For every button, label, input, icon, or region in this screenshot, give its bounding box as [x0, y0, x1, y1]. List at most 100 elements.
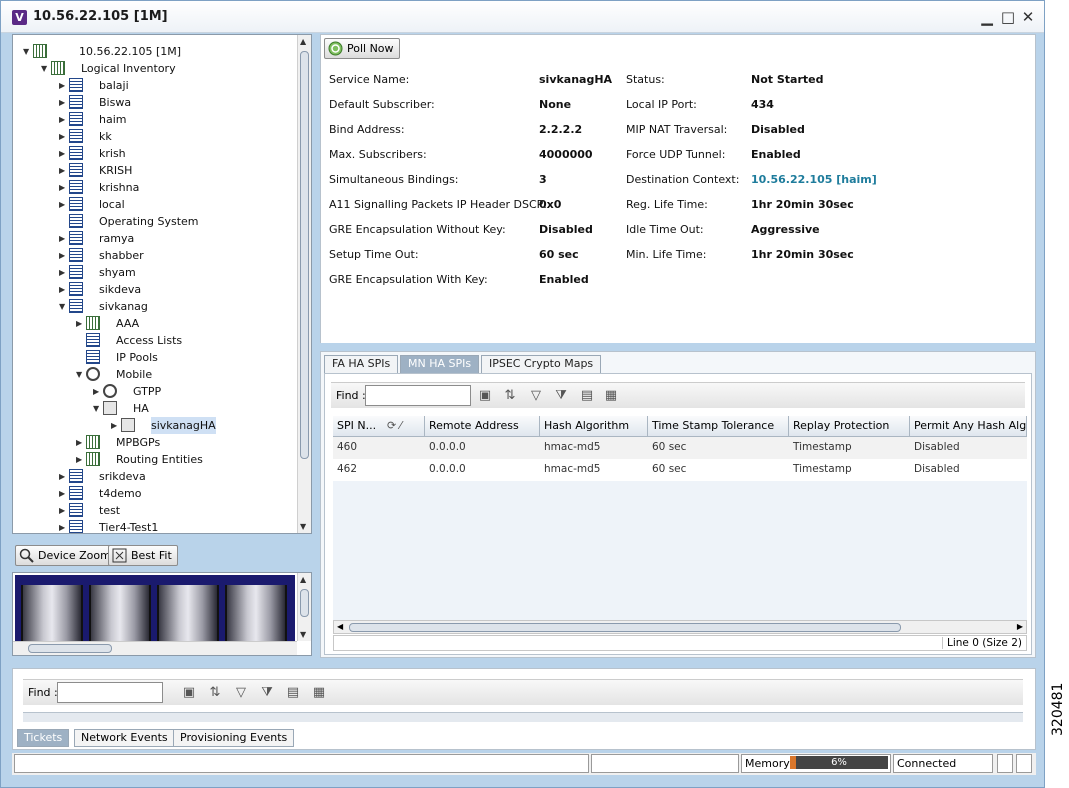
scroll-right-icon[interactable]: ▶: [1017, 622, 1023, 631]
tab-spi[interactable]: MN HA SPIs: [400, 355, 480, 373]
expand-arrow-icon[interactable]: ▶: [59, 519, 68, 533]
expand-arrow-icon[interactable]: ▶: [59, 77, 68, 94]
tree-node[interactable]: ▼ 10.56.22.105 [1M]: [23, 43, 283, 60]
save-icon[interactable]: ▣: [477, 388, 493, 404]
tree-node-label[interactable]: MPBGPs: [116, 434, 160, 451]
minimize-icon[interactable]: ▁: [977, 7, 997, 27]
device-overview[interactable]: ▲ ▼: [12, 572, 312, 656]
tree-node[interactable]: ▶ test: [59, 502, 283, 519]
column-header[interactable]: Time Stamp Tolerance: [648, 416, 789, 437]
export-icon[interactable]: ▤: [579, 388, 595, 404]
tab-events[interactable]: Provisioning Events: [173, 729, 295, 747]
scroll-up-icon[interactable]: ▲: [300, 575, 306, 584]
tab-events[interactable]: Network Events: [74, 729, 175, 747]
tree-node-label[interactable]: sivkanagHA: [151, 417, 216, 434]
title-bar[interactable]: V 10.56.22.105 [1M] ▁ □ ✕: [1, 1, 1044, 33]
collapse-arrow-icon[interactable]: ▼: [76, 366, 85, 383]
spi-find-input[interactable]: [365, 385, 471, 406]
device-zoom-button[interactable]: Device Zoom: [15, 545, 117, 566]
tree-node-label[interactable]: Access Lists: [116, 332, 182, 349]
tree-node-label[interactable]: test: [99, 502, 120, 519]
tree-node-label[interactable]: Routing Entities: [116, 451, 203, 468]
tree-node[interactable]: ▶ krishna: [59, 179, 283, 196]
tree-node[interactable]: ▼ Logical Inventory: [41, 60, 283, 77]
expand-arrow-icon[interactable]: ▶: [111, 417, 120, 434]
tree-node-label[interactable]: ramya: [99, 230, 134, 247]
collapse-arrow-icon[interactable]: ▼: [41, 60, 50, 77]
tree-node-label[interactable]: krishna: [99, 179, 139, 196]
expand-arrow-icon[interactable]: ▶: [59, 264, 68, 281]
save-icon[interactable]: ▣: [181, 685, 197, 701]
overview-hscroll-thumb[interactable]: [28, 644, 112, 653]
table-horizontal-scrollbar[interactable]: ◀ ▶: [333, 620, 1027, 634]
tree-node-label[interactable]: IP Pools: [116, 349, 158, 366]
column-header[interactable]: Remote Address: [425, 416, 540, 437]
pane-splitter[interactable]: [320, 343, 1036, 351]
column-header[interactable]: SPI N... ⟳ ⁄: [333, 416, 425, 437]
tree-node-label[interactable]: srikdeva: [99, 468, 146, 485]
filter-icon[interactable]: ▽: [528, 388, 544, 404]
tree-node[interactable]: ▶ shyam: [59, 264, 283, 281]
tree-node[interactable]: Access Lists: [76, 332, 283, 349]
tree-node[interactable]: ▶ Biswa: [59, 94, 283, 111]
expand-arrow-icon[interactable]: ▶: [59, 196, 68, 213]
tree-node[interactable]: ▶ t4demo: [59, 485, 283, 502]
tree-node[interactable]: ▶ GTPP: [93, 383, 283, 400]
tree-node[interactable]: ▼ HA: [93, 400, 283, 417]
tree-node-label[interactable]: shabber: [99, 247, 144, 264]
tree-node-label[interactable]: t4demo: [99, 485, 142, 502]
tree-node-label[interactable]: 10.56.22.105 [1M]: [79, 43, 181, 60]
overview-scroll-thumb[interactable]: [300, 589, 309, 617]
poll-now-button[interactable]: Poll Now: [324, 38, 400, 59]
expand-arrow-icon[interactable]: ▶: [59, 485, 68, 502]
overview-vertical-scrollbar[interactable]: ▲ ▼: [297, 573, 311, 641]
tab-events[interactable]: Tickets: [17, 729, 70, 747]
tree-node-label[interactable]: sivkanag: [99, 298, 148, 315]
expand-arrow-icon[interactable]: ▶: [59, 247, 68, 264]
tree-node[interactable]: ▶ Tier4-Test1: [59, 519, 283, 533]
table-hscroll-thumb[interactable]: [349, 623, 901, 632]
tree-node[interactable]: ▶ AAA: [76, 315, 283, 332]
tree-node[interactable]: ▶ sikdeva: [59, 281, 283, 298]
overview-horizontal-scrollbar[interactable]: [13, 641, 297, 655]
tree-node-label[interactable]: Logical Inventory: [81, 60, 176, 77]
expand-arrow-icon[interactable]: ▶: [76, 315, 85, 332]
tree-node-label[interactable]: GTPP: [133, 383, 161, 400]
tree-node[interactable]: ▶ ramya: [59, 230, 283, 247]
tree-node[interactable]: ▶ balaji: [59, 77, 283, 94]
maximize-icon[interactable]: □: [998, 7, 1018, 27]
destination-context-link[interactable]: 10.56.22.105 [haim]: [751, 173, 877, 186]
column-header[interactable]: Hash Algorithm: [540, 416, 648, 437]
tree-scroll-thumb[interactable]: [300, 51, 309, 459]
scroll-left-icon[interactable]: ◀: [337, 622, 343, 631]
tree-node[interactable]: ▶ krish: [59, 145, 283, 162]
sort-az-icon[interactable]: ⇅: [502, 388, 518, 404]
tree-node-label[interactable]: haim: [99, 111, 126, 128]
tree-node-label[interactable]: HA: [133, 400, 149, 417]
tree-node[interactable]: ▶ Routing Entities: [76, 451, 283, 468]
events-find-input[interactable]: [57, 682, 163, 703]
collapse-arrow-icon[interactable]: ▼: [93, 400, 102, 417]
print-icon[interactable]: ▦: [603, 388, 619, 404]
tree-node-label[interactable]: Operating System: [99, 213, 199, 230]
tree-node-label[interactable]: shyam: [99, 264, 136, 281]
tree-node[interactable]: ▶ haim: [59, 111, 283, 128]
table-row[interactable]: 462 0.0.0.0 hmac-md5 60 sec Timestamp Disable…: [333, 459, 1027, 481]
tree-node[interactable]: ▶ srikdeva: [59, 468, 283, 485]
tree-node-label[interactable]: krish: [99, 145, 126, 162]
expand-arrow-icon[interactable]: ▶: [59, 502, 68, 519]
scroll-up-icon[interactable]: ▲: [300, 37, 306, 46]
sort-icon[interactable]: ⟳ ⁄: [387, 416, 402, 436]
tree-node[interactable]: IP Pools: [76, 349, 283, 366]
print-icon[interactable]: ▦: [311, 685, 327, 701]
column-header[interactable]: Permit Any Hash Algorit: [910, 416, 1027, 437]
best-fit-button[interactable]: Best Fit: [108, 545, 178, 566]
filter-icon[interactable]: ▽: [233, 685, 249, 701]
tree-node[interactable]: ▶ KRISH: [59, 162, 283, 179]
tree-node[interactable]: ▼ sivkanag: [59, 298, 283, 315]
tree-node[interactable]: ▶ MPBGPs: [76, 434, 283, 451]
tree-node-label[interactable]: sikdeva: [99, 281, 141, 298]
table-row[interactable]: 460 0.0.0.0 hmac-md5 60 sec Timestamp Disable…: [333, 437, 1027, 459]
tree-node-label[interactable]: balaji: [99, 77, 129, 94]
sort-az-icon[interactable]: ⇅: [207, 685, 223, 701]
